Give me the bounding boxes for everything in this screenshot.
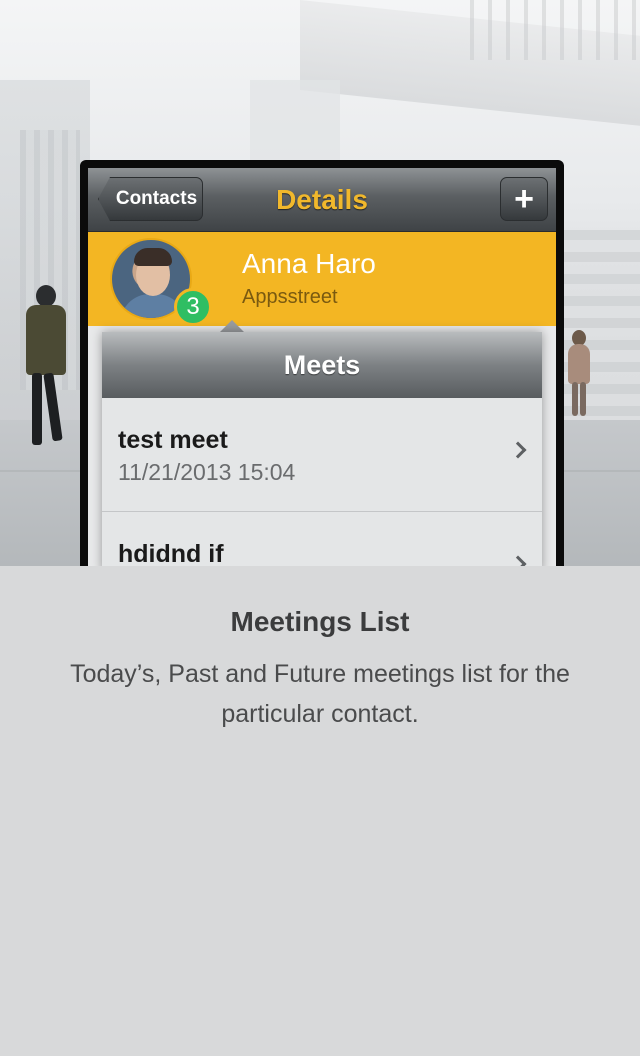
- phone-frame: Contacts Details + 3 Anna Haro Appsstree…: [80, 160, 564, 566]
- meets-popover: Meets test meet 11/21/2013 15:04 hdidnd …: [102, 332, 542, 566]
- contact-name: Anna Haro: [242, 248, 376, 279]
- caption-description: Today’s, Past and Future meetings list f…: [70, 660, 570, 728]
- meet-title: hdidnd if: [118, 540, 224, 566]
- roof-beams: [470, 0, 640, 60]
- contact-company: Appsstreet: [242, 286, 338, 308]
- contact-header: 3 Anna Haro Appsstreet: [88, 232, 556, 326]
- meets-header: Meets: [102, 332, 542, 398]
- plus-icon: +: [514, 180, 534, 218]
- nav-bar: Contacts Details +: [88, 168, 556, 232]
- building-far: [250, 80, 340, 170]
- meet-row[interactable]: test meet 11/21/2013 15:04: [102, 398, 542, 512]
- caption-title: Meetings List: [230, 606, 410, 637]
- page-title: Details: [276, 184, 368, 215]
- popover-arrow: [220, 320, 244, 332]
- add-button[interactable]: +: [500, 177, 548, 221]
- meet-datetime: 11/21/2013 15:04: [118, 459, 296, 485]
- caption-section: Meetings List Today’s, Past and Future m…: [0, 566, 640, 1056]
- meet-count-badge: 3: [174, 288, 212, 326]
- meet-title: test meet: [118, 426, 228, 454]
- meet-row[interactable]: hdidnd if: [102, 512, 542, 566]
